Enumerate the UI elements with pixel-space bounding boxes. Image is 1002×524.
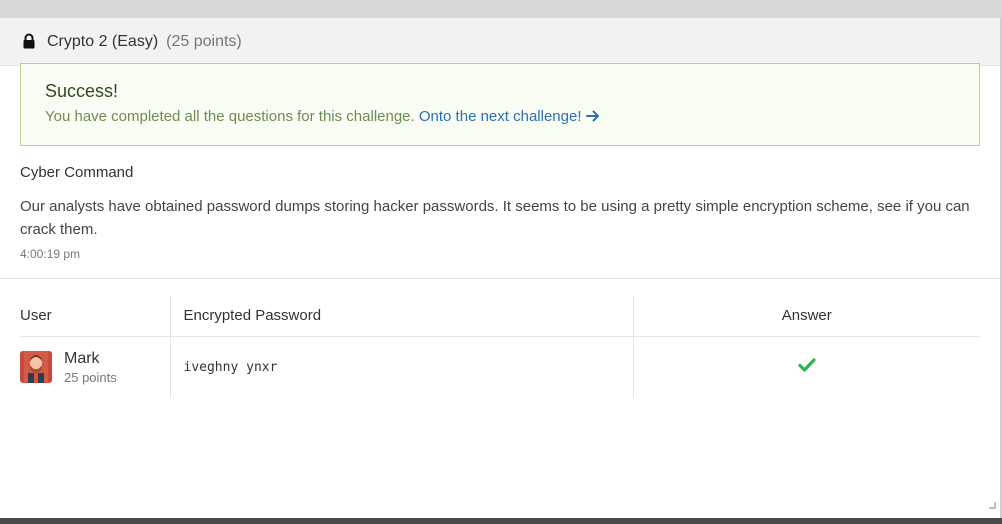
col-header-answer: Answer <box>632 296 980 337</box>
checkmark-icon <box>798 358 816 376</box>
section-divider <box>0 278 1000 279</box>
alert-message: You have completed all the questions for… <box>45 108 955 127</box>
user-cell: Mark 25 points <box>20 336 170 398</box>
next-challenge-link[interactable]: Onto the next challenge! <box>419 108 600 125</box>
table-header-row: User Encrypted Password Answer <box>20 296 980 337</box>
user-name: Mark <box>64 349 100 367</box>
window-bottom-bar <box>0 518 1002 524</box>
col-header-encrypted: Encrypted Password <box>169 296 633 337</box>
lock-icon <box>21 33 37 49</box>
challenge-points: (25 points) <box>166 32 242 50</box>
table-row: Mark 25 points iveghny ynxr <box>20 336 980 398</box>
challenge-description: Our analysts have obtained password dump… <box>20 198 970 238</box>
resize-handle-icon[interactable] <box>988 496 996 514</box>
answer-cell <box>632 336 980 398</box>
user-points: 25 points <box>64 369 117 385</box>
modal-header: Crypto 2 (Easy) (25 points) <box>0 18 1000 66</box>
answers-table: User Encrypted Password Answer Mark 25 p… <box>20 296 980 398</box>
challenge-title: Crypto 2 (Easy) <box>47 32 159 50</box>
col-header-user: User <box>20 296 170 337</box>
next-challenge-label: Onto the next challenge! <box>418 108 582 125</box>
window-top-strip <box>0 0 1002 18</box>
alert-message-text: You have completed all the questions for… <box>45 108 415 125</box>
challenge-source: Cyber Command <box>20 164 134 181</box>
encrypted-password-cell: iveghny ynxr <box>169 336 633 398</box>
arrow-right-icon <box>585 109 600 127</box>
avatar <box>20 351 52 384</box>
challenge-timestamp: 4:00:19 pm <box>20 247 81 261</box>
alert-title: Success! <box>45 81 119 101</box>
success-alert: Success! You have completed all the ques… <box>20 63 980 146</box>
